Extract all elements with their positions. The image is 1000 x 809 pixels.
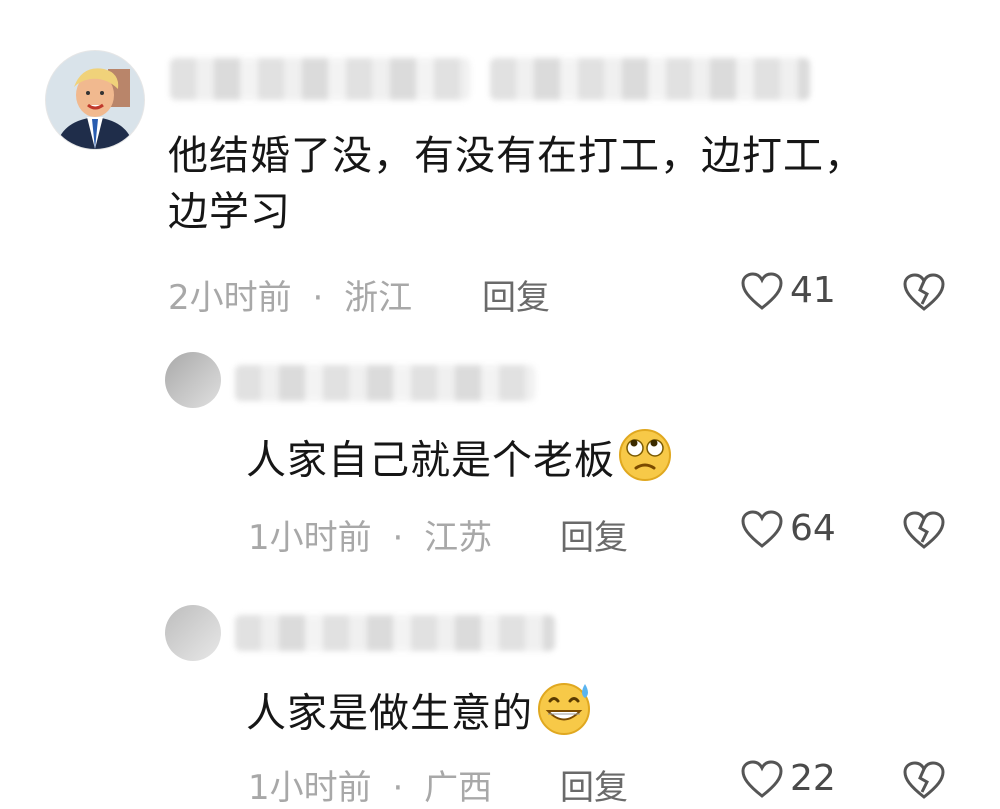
- comment-text-content: 人家自己就是个老板: [246, 437, 615, 484]
- user-portrait-icon: [46, 51, 144, 149]
- meta-separator: ·: [392, 518, 404, 558]
- blurred-username: [235, 365, 535, 401]
- like-button[interactable]: 22: [740, 758, 836, 799]
- like-count: 22: [790, 758, 836, 799]
- comment-time: 2小时前: [168, 278, 292, 318]
- blurred-username-extra: [490, 58, 810, 100]
- heart-icon: [741, 271, 783, 310]
- comment-time: 1小时前: [248, 518, 372, 558]
- avatar[interactable]: [45, 50, 145, 150]
- broken-heart-icon: [903, 761, 945, 799]
- avatar[interactable]: [165, 605, 221, 661]
- comment-location: 广西: [424, 768, 493, 808]
- reply-button[interactable]: 回复: [560, 510, 628, 559]
- broken-heart-icon: [903, 511, 945, 549]
- grinning-sweat-emoji-icon: [535, 680, 595, 751]
- comment-text: 人家自己就是个老板: [246, 428, 673, 497]
- comment-time: 1小时前: [248, 768, 372, 808]
- dislike-button[interactable]: [902, 760, 946, 804]
- meta-separator: ·: [312, 278, 324, 318]
- reply-button[interactable]: 回复: [560, 760, 628, 809]
- heart-icon: [741, 509, 783, 548]
- avatar[interactable]: [165, 352, 221, 408]
- like-count: 41: [790, 270, 836, 311]
- comment-meta: 2小时前 · 浙江: [168, 270, 412, 319]
- comment-location: 浙江: [344, 278, 413, 318]
- blurred-username: [235, 615, 555, 651]
- like-count: 64: [790, 508, 836, 549]
- comment-text-content: 人家是做生意的: [246, 690, 533, 737]
- rolling-eyes-emoji-icon: [617, 428, 673, 497]
- comment-location: 江苏: [424, 518, 493, 558]
- comment-meta: 1小时前 · 广西: [248, 760, 492, 809]
- like-button[interactable]: 64: [740, 508, 836, 549]
- dislike-button[interactable]: [902, 510, 946, 554]
- dislike-button[interactable]: [902, 272, 946, 316]
- comment-text: 他结婚了没，有没有在打工，边打工，边学习: [168, 133, 865, 235]
- broken-heart-icon: [903, 273, 945, 311]
- reply-button[interactable]: 回复: [482, 270, 550, 319]
- blurred-username: [170, 58, 470, 100]
- comment-meta: 1小时前 · 江苏: [248, 510, 492, 559]
- comment-text: 人家是做生意的: [246, 680, 595, 751]
- heart-icon: [741, 759, 783, 798]
- like-button[interactable]: 41: [740, 270, 836, 311]
- meta-separator: ·: [392, 768, 404, 808]
